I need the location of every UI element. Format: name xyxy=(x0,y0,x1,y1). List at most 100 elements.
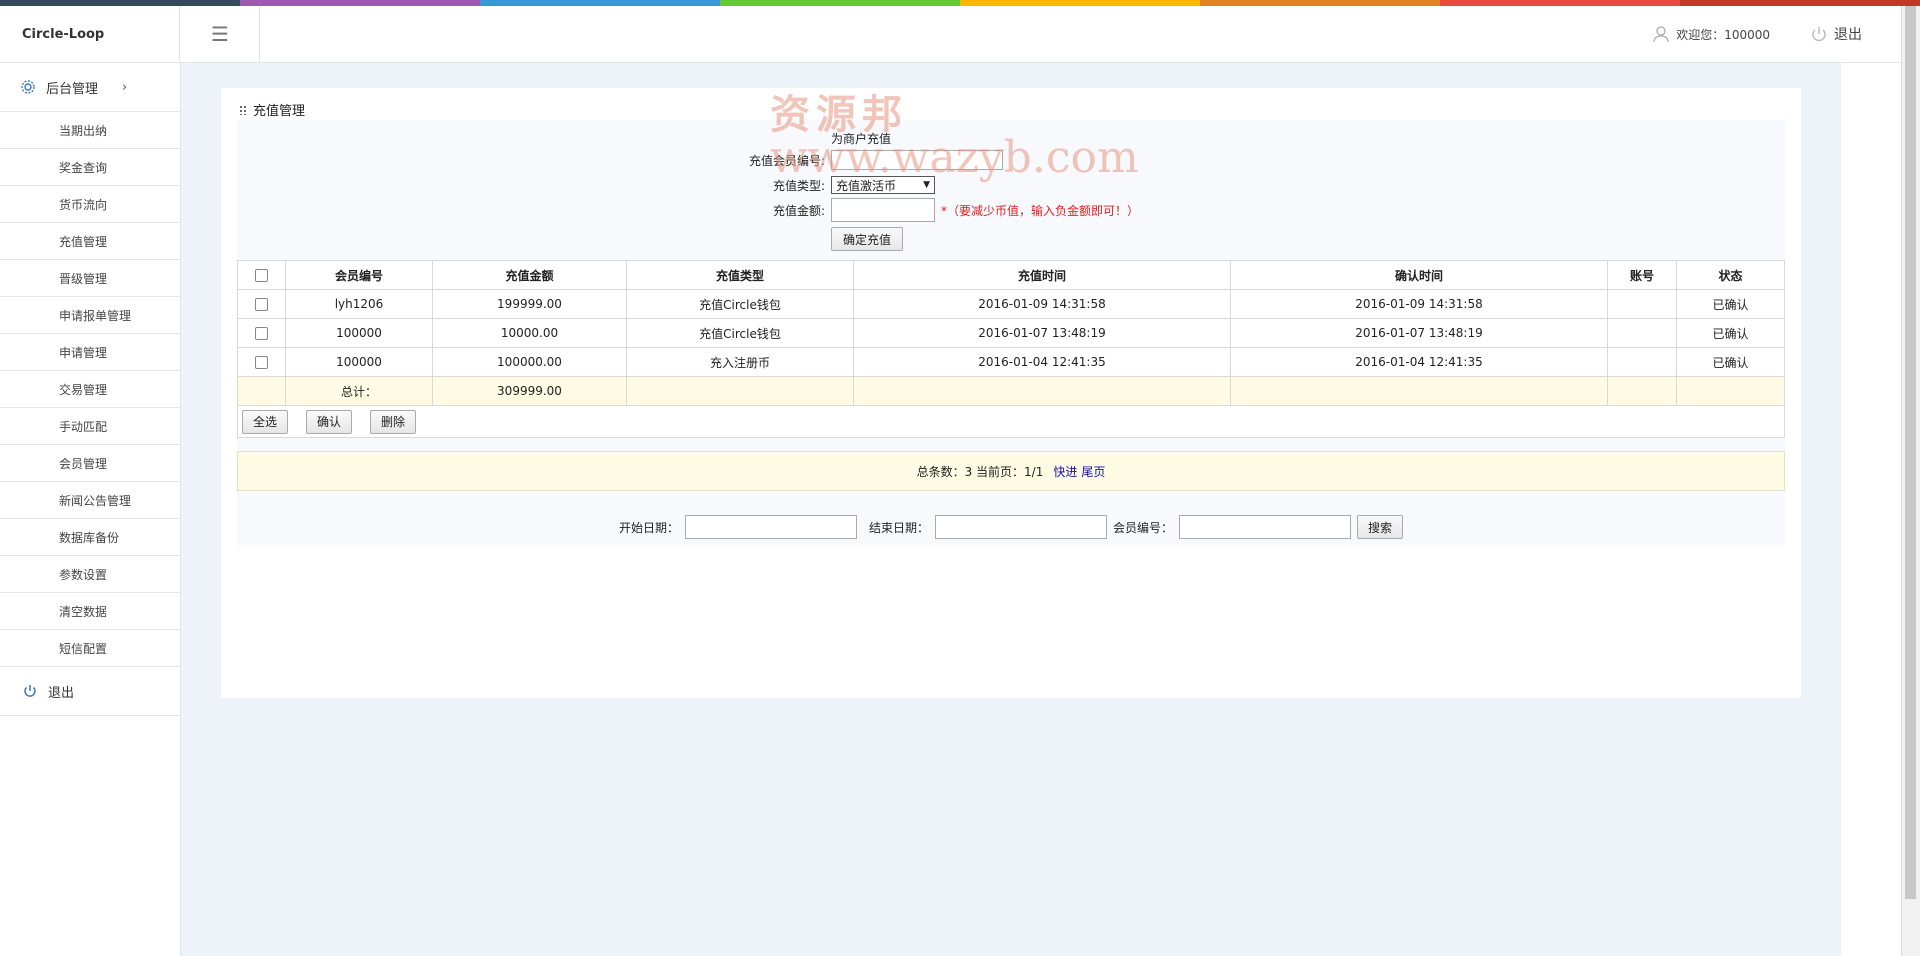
welcome-user: 欢迎您：100000 xyxy=(1652,25,1770,43)
sidebar-logout[interactable]: 退出 xyxy=(0,667,180,716)
panel-title-text: 充值管理 xyxy=(253,104,306,119)
sidebar-item[interactable]: 晋级管理 xyxy=(0,260,180,297)
total-row: 总计： 309999.00 xyxy=(237,376,1785,406)
cell-amount: 199999.00 xyxy=(432,289,627,319)
cell-amount: 100000.00 xyxy=(432,347,627,377)
sidebar-logout-label: 退出 xyxy=(48,685,75,701)
start-date-input[interactable] xyxy=(684,515,857,539)
recharge-panel: 充值管理 为商户充值 充值会员编号: 充值类型: 充值激活币 ▼ 充值金额: *… xyxy=(221,88,1801,698)
search-button[interactable]: 搜索 xyxy=(1357,515,1404,539)
col-member: 会员编号 xyxy=(285,260,433,290)
search-member-label: 会员编号： xyxy=(1113,520,1174,535)
sidebar-item[interactable]: 数据库备份 xyxy=(0,519,180,556)
user-icon xyxy=(1653,26,1669,43)
cell-status: 已确认 xyxy=(1676,289,1785,319)
sidebar-item[interactable]: 充值管理 xyxy=(0,223,180,260)
sidebar-item[interactable]: 奖金查询 xyxy=(0,149,180,186)
end-date-input[interactable] xyxy=(935,515,1107,539)
cell-confirm-time: 2016-01-04 12:41:35 xyxy=(1230,347,1608,377)
cell-account xyxy=(1607,289,1677,319)
row-checkbox-cell xyxy=(237,289,286,319)
cell-member: 100000 xyxy=(285,318,433,348)
submit-recharge-button[interactable]: 确定充值 xyxy=(831,227,903,251)
total-label: 总计： xyxy=(285,376,433,406)
member-input[interactable] xyxy=(831,150,1003,170)
cell-amount: 10000.00 xyxy=(432,318,627,348)
right-gutter xyxy=(1841,63,1902,956)
amount-hint: *（要减少币值，输入负金额即可！） xyxy=(941,203,1140,218)
table-row[interactable]: 100000 100000.00 充入注册币 2016-01-04 12:41:35 2… xyxy=(237,347,1785,377)
sidebar-item[interactable]: 清空数据 xyxy=(0,593,180,630)
page-scrollbar[interactable] xyxy=(1901,6,1920,956)
sidebar-item[interactable]: 会员管理 xyxy=(0,445,180,482)
sidebar-item[interactable]: 短信配置 xyxy=(0,630,180,667)
select-all-checkbox[interactable] xyxy=(255,269,268,282)
sidebar-group-admin[interactable]: 后台管理 › xyxy=(0,63,180,112)
sidebar-item[interactable]: 申请管理 xyxy=(0,334,180,371)
sidebar-item[interactable]: 货币流向 xyxy=(0,186,180,223)
sidebar-item[interactable]: 手动匹配 xyxy=(0,408,180,445)
total-empty xyxy=(626,376,854,406)
menu-toggle-button[interactable]: ☰ xyxy=(181,6,260,62)
col-recharge-time: 充值时间 xyxy=(853,260,1231,290)
col-type: 充值类型 xyxy=(626,260,854,290)
next-page-link[interactable]: 快进 xyxy=(1053,463,1077,480)
panel-title: 充值管理 xyxy=(239,100,305,119)
sidebar-item[interactable]: 参数设置 xyxy=(0,556,180,593)
welcome-text: 欢迎您：100000 xyxy=(1676,27,1770,42)
row-checkbox[interactable] xyxy=(255,356,268,369)
last-page-link[interactable]: 尾页 xyxy=(1081,463,1105,480)
cell-type: 充值Circle钱包 xyxy=(626,289,854,319)
hamburger-icon: ☰ xyxy=(211,22,229,46)
row-checkbox-cell xyxy=(237,347,286,377)
app-header: Circle-Loop ☰ 欢迎您：100000 退出 xyxy=(0,6,1920,63)
start-date-label: 开始日期： xyxy=(618,520,679,535)
search-member-input[interactable] xyxy=(1179,515,1352,539)
cell-status: 已确认 xyxy=(1676,347,1785,377)
total-empty xyxy=(237,376,286,406)
pagination: 总条数：3 当前页：1/1 快进 尾页 xyxy=(237,451,1785,491)
row-checkbox-cell xyxy=(237,318,286,348)
sidebar-group-label: 后台管理 xyxy=(46,81,99,97)
total-empty xyxy=(1607,376,1677,406)
cell-confirm-time: 2016-01-09 14:31:58 xyxy=(1230,289,1608,319)
row-checkbox[interactable] xyxy=(255,327,268,340)
form-section-title: 为商户充值 xyxy=(831,132,892,146)
sidebar-item[interactable]: 新闻公告管理 xyxy=(0,482,180,519)
type-select-value: 充值激活币 xyxy=(836,178,897,193)
power-icon xyxy=(1812,27,1826,42)
total-value: 309999.00 xyxy=(432,376,627,406)
dropdown-arrow-icon: ▼ xyxy=(923,180,930,190)
total-empty xyxy=(1230,376,1608,406)
scrollbar-thumb[interactable] xyxy=(1905,6,1916,899)
cell-recharge-time: 2016-01-07 13:48:19 xyxy=(853,318,1231,348)
sidebar-item[interactable]: 交易管理 xyxy=(0,371,180,408)
row-checkbox[interactable] xyxy=(255,298,268,311)
table-row[interactable]: 100000 10000.00 充值Circle钱包 2016-01-07 13:48… xyxy=(237,318,1785,348)
sidebar: 后台管理 › 当期出纳 奖金查询 货币流向 充值管理 晋级管理 申请报单管理 申请管理 交易管… xyxy=(0,63,181,956)
cell-recharge-time: 2016-01-09 14:31:58 xyxy=(853,289,1231,319)
table-row[interactable]: lyh1206 199999.00 充值Circle钱包 2016-01-09 14:… xyxy=(237,289,1785,319)
confirm-button[interactable]: 确认 xyxy=(306,409,352,434)
end-date-label: 结束日期： xyxy=(868,520,929,535)
header-logout-button[interactable]: 退出 xyxy=(1810,24,1862,44)
cell-account xyxy=(1607,318,1677,348)
delete-button[interactable]: 删除 xyxy=(370,409,416,434)
total-empty xyxy=(1676,376,1785,406)
main-content: 充值管理 为商户充值 充值会员编号: 充值类型: 充值激活币 ▼ 充值金额: *… xyxy=(181,63,1841,956)
total-empty xyxy=(853,376,1231,406)
amount-input[interactable] xyxy=(831,198,935,222)
chevron-right-icon: › xyxy=(122,79,128,95)
sidebar-item[interactable]: 当期出纳 xyxy=(0,112,180,149)
search-bar: 开始日期： 结束日期： 会员编号： 搜索 xyxy=(237,515,1785,539)
select-all-button[interactable]: 全选 xyxy=(242,409,288,434)
type-select[interactable]: 充值激活币 ▼ xyxy=(831,176,935,194)
brand-logo[interactable]: Circle-Loop xyxy=(0,6,180,62)
cell-recharge-time: 2016-01-04 12:41:35 xyxy=(853,347,1231,377)
cell-member: lyh1206 xyxy=(285,289,433,319)
pagination-summary: 总条数：3 当前页：1/1 xyxy=(916,464,1044,479)
table-header-row: 会员编号 充值金额 充值类型 充值时间 确认时间 账号 状态 xyxy=(237,260,1785,290)
sidebar-item[interactable]: 申请报单管理 xyxy=(0,297,180,334)
table-actions: 全选 确认 删除 xyxy=(237,406,1785,438)
recharge-table: 会员编号 充值金额 充值类型 充值时间 确认时间 账号 状态 lyh1206 19… xyxy=(237,260,1785,406)
